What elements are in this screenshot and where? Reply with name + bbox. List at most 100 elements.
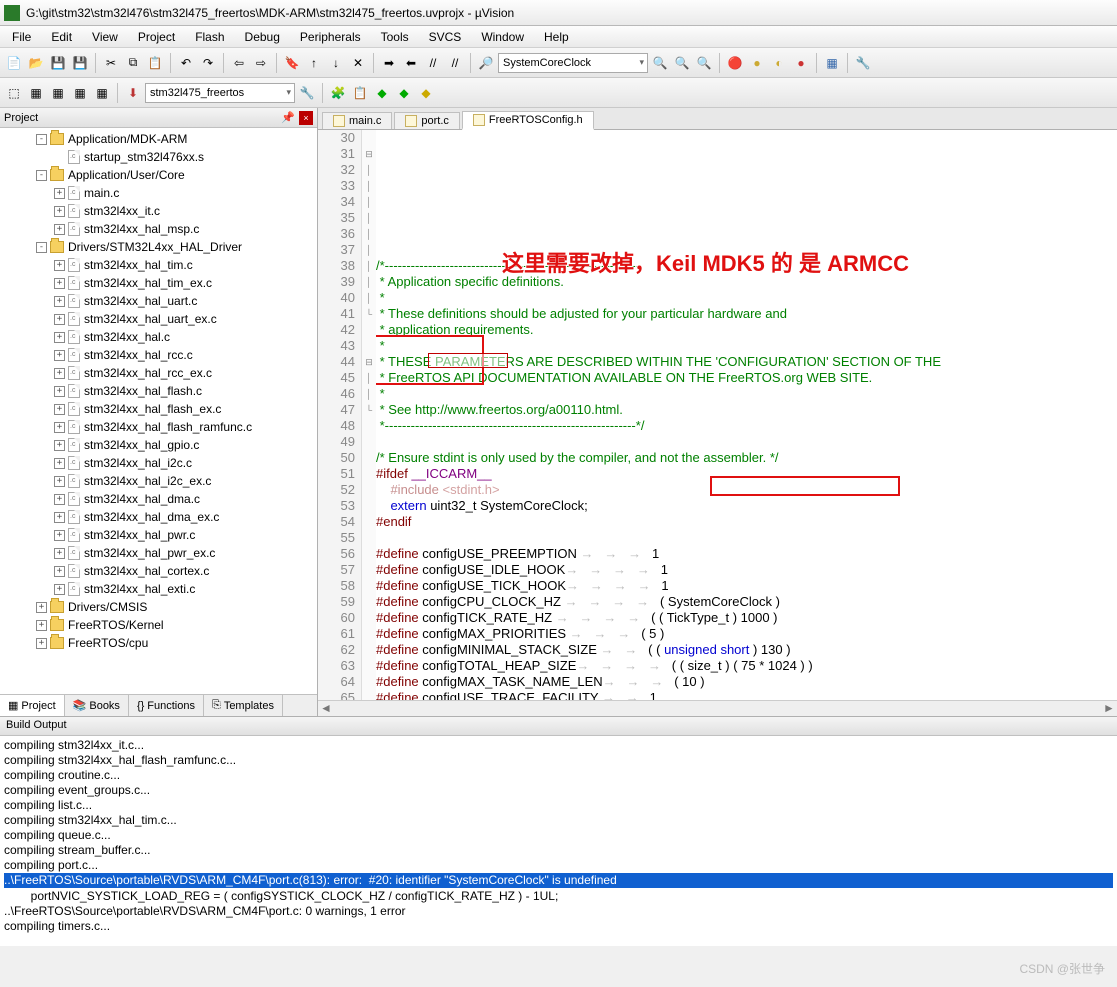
tree-item[interactable]: +stm32l4xx_hal_msp.c xyxy=(0,220,317,238)
fold-marker[interactable] xyxy=(362,658,376,674)
fold-marker[interactable]: │ xyxy=(362,242,376,258)
tree-expander[interactable] xyxy=(54,152,65,163)
code-line[interactable]: /*--------------------------------------… xyxy=(376,258,1117,274)
fold-marker[interactable] xyxy=(362,338,376,354)
tree-item[interactable]: +stm32l4xx_hal_uart_ex.c xyxy=(0,310,317,328)
fold-marker[interactable]: │ xyxy=(362,290,376,306)
find-next-icon[interactable]: 🔍 xyxy=(672,53,692,73)
code-line[interactable]: #define configUSE_IDLE_HOOK→ → → → 1 xyxy=(376,562,1117,578)
save-button[interactable]: 💾 xyxy=(48,53,68,73)
scroll-right-icon[interactable]: ► xyxy=(1101,701,1117,716)
fold-marker[interactable] xyxy=(362,530,376,546)
fold-marker[interactable] xyxy=(362,674,376,690)
code-line[interactable]: #define configUSE_TICK_HOOK→ → → → 1 xyxy=(376,578,1117,594)
tree-expander[interactable]: + xyxy=(54,224,65,235)
comment-button[interactable]: // xyxy=(423,53,443,73)
manage-project-icon[interactable]: 🧩 xyxy=(328,83,348,103)
save-all-button[interactable]: 💾 xyxy=(70,53,90,73)
fold-marker[interactable]: ⊟ xyxy=(362,146,376,162)
uncomment-button[interactable]: // xyxy=(445,53,465,73)
bookmark-next-icon[interactable]: ↓ xyxy=(326,53,346,73)
breakpoint-icon[interactable]: ● xyxy=(747,53,767,73)
indent-button[interactable]: ➡ xyxy=(379,53,399,73)
tree-item[interactable]: startup_stm32l476xx.s xyxy=(0,148,317,166)
outdent-button[interactable]: ⬅ xyxy=(401,53,421,73)
tree-item[interactable]: +stm32l4xx_hal_i2c_ex.c xyxy=(0,472,317,490)
project-tree[interactable]: -Application/MDK-ARMstartup_stm32l476xx.… xyxy=(0,128,317,694)
tree-expander[interactable]: + xyxy=(54,332,65,343)
tree-expander[interactable]: + xyxy=(54,314,65,325)
code-line[interactable]: * See http://www.freertos.org/a00110.htm… xyxy=(376,402,1117,418)
fold-marker[interactable]: │ xyxy=(362,370,376,386)
tree-item[interactable]: +stm32l4xx_hal_flash_ramfunc.c xyxy=(0,418,317,436)
tree-item[interactable]: +stm32l4xx_hal_dma.c xyxy=(0,490,317,508)
scroll-left-icon[interactable]: ◄ xyxy=(318,701,334,716)
fold-marker[interactable]: │ xyxy=(362,258,376,274)
tree-item[interactable]: +stm32l4xx_hal_exti.c xyxy=(0,580,317,598)
code-line[interactable]: * xyxy=(376,386,1117,402)
redo-button[interactable]: ↷ xyxy=(198,53,218,73)
code-line[interactable] xyxy=(376,434,1117,450)
code-line[interactable]: * FreeRTOS API DOCUMENTATION AVAILABLE O… xyxy=(376,370,1117,386)
tree-item[interactable]: -Application/MDK-ARM xyxy=(0,130,317,148)
pack-installer-icon[interactable]: ◆ xyxy=(416,83,436,103)
menu-help[interactable]: Help xyxy=(534,27,579,47)
tree-item[interactable]: +stm32l4xx_hal_i2c.c xyxy=(0,454,317,472)
kill-bp-icon[interactable]: ● xyxy=(791,53,811,73)
fold-marker[interactable] xyxy=(362,434,376,450)
find-in-files-icon[interactable]: 🔎 xyxy=(476,53,496,73)
code-line[interactable]: #define configCPU_CLOCK_HZ → → → → ( Sys… xyxy=(376,594,1117,610)
code-text[interactable]: 这里需要改掉，Keil MDK5 的 是 ARMCC /*-----------… xyxy=(376,130,1117,700)
tree-item[interactable]: +FreeRTOS/cpu xyxy=(0,634,317,652)
tree-expander[interactable]: + xyxy=(54,296,65,307)
fold-marker[interactable] xyxy=(362,418,376,434)
tree-item[interactable]: +Drivers/CMSIS xyxy=(0,598,317,616)
code-line[interactable]: #define configMINIMAL_STACK_SIZE → → ( (… xyxy=(376,642,1117,658)
tree-item[interactable]: +stm32l4xx_hal_tim_ex.c xyxy=(0,274,317,292)
code-area[interactable]: 3031323334353637383940414243444546474849… xyxy=(318,130,1117,700)
tree-item[interactable]: +stm32l4xx_hal_flash_ex.c xyxy=(0,400,317,418)
tree-expander[interactable]: + xyxy=(36,602,47,613)
code-line[interactable]: * xyxy=(376,290,1117,306)
menu-tools[interactable]: Tools xyxy=(371,27,419,47)
configure-icon[interactable]: 🔧 xyxy=(853,53,873,73)
fold-column[interactable]: ⊟│││││││││└ ⊟││└ xyxy=(362,130,376,700)
menu-svcs[interactable]: SVCS xyxy=(419,27,472,47)
tree-expander[interactable]: - xyxy=(36,170,47,181)
fold-marker[interactable] xyxy=(362,546,376,562)
code-line[interactable]: /* Ensure stdint is only used by the com… xyxy=(376,450,1117,466)
tree-expander[interactable]: + xyxy=(54,548,65,559)
incremental-find-icon[interactable]: 🔍 xyxy=(694,53,714,73)
download-icon[interactable]: ⬇ xyxy=(123,83,143,103)
undo-button[interactable]: ↶ xyxy=(176,53,196,73)
tree-expander[interactable]: + xyxy=(54,350,65,361)
code-line[interactable]: * xyxy=(376,338,1117,354)
paste-button[interactable]: 📋 xyxy=(145,53,165,73)
open-file-button[interactable]: 📂 xyxy=(26,53,46,73)
panel-close-button[interactable]: × xyxy=(299,111,313,125)
panel-tab-functions[interactable]: {}Functions xyxy=(129,695,204,716)
tree-expander[interactable]: - xyxy=(36,242,47,253)
fold-marker[interactable] xyxy=(362,322,376,338)
fold-marker[interactable] xyxy=(362,562,376,578)
target-select[interactable]: stm32l475_freertos xyxy=(145,83,295,103)
panel-tab-books[interactable]: 📚Books xyxy=(65,695,129,716)
tree-item[interactable]: +stm32l4xx_hal_gpio.c xyxy=(0,436,317,454)
tree-expander[interactable]: + xyxy=(54,260,65,271)
code-line[interactable] xyxy=(376,530,1117,546)
fold-marker[interactable] xyxy=(362,130,376,146)
menu-window[interactable]: Window xyxy=(471,27,534,47)
fold-marker[interactable]: │ xyxy=(362,226,376,242)
panel-tab-templates[interactable]: ⎘Templates xyxy=(204,695,283,716)
fold-marker[interactable]: └ xyxy=(362,402,376,418)
file-tab[interactable]: port.c xyxy=(394,112,460,129)
code-line[interactable]: * application requirements. xyxy=(376,322,1117,338)
code-line[interactable]: #define configUSE_PREEMPTION → → → 1 xyxy=(376,546,1117,562)
tree-expander[interactable]: + xyxy=(54,278,65,289)
tree-item[interactable]: +stm32l4xx_hal_cortex.c xyxy=(0,562,317,580)
tree-item[interactable]: +stm32l4xx_hal_tim.c xyxy=(0,256,317,274)
manage-rte-icon[interactable]: ◆ xyxy=(372,83,392,103)
tree-expander[interactable]: + xyxy=(54,530,65,541)
tree-item[interactable]: +stm32l4xx_hal_flash.c xyxy=(0,382,317,400)
tree-expander[interactable]: + xyxy=(54,206,65,217)
